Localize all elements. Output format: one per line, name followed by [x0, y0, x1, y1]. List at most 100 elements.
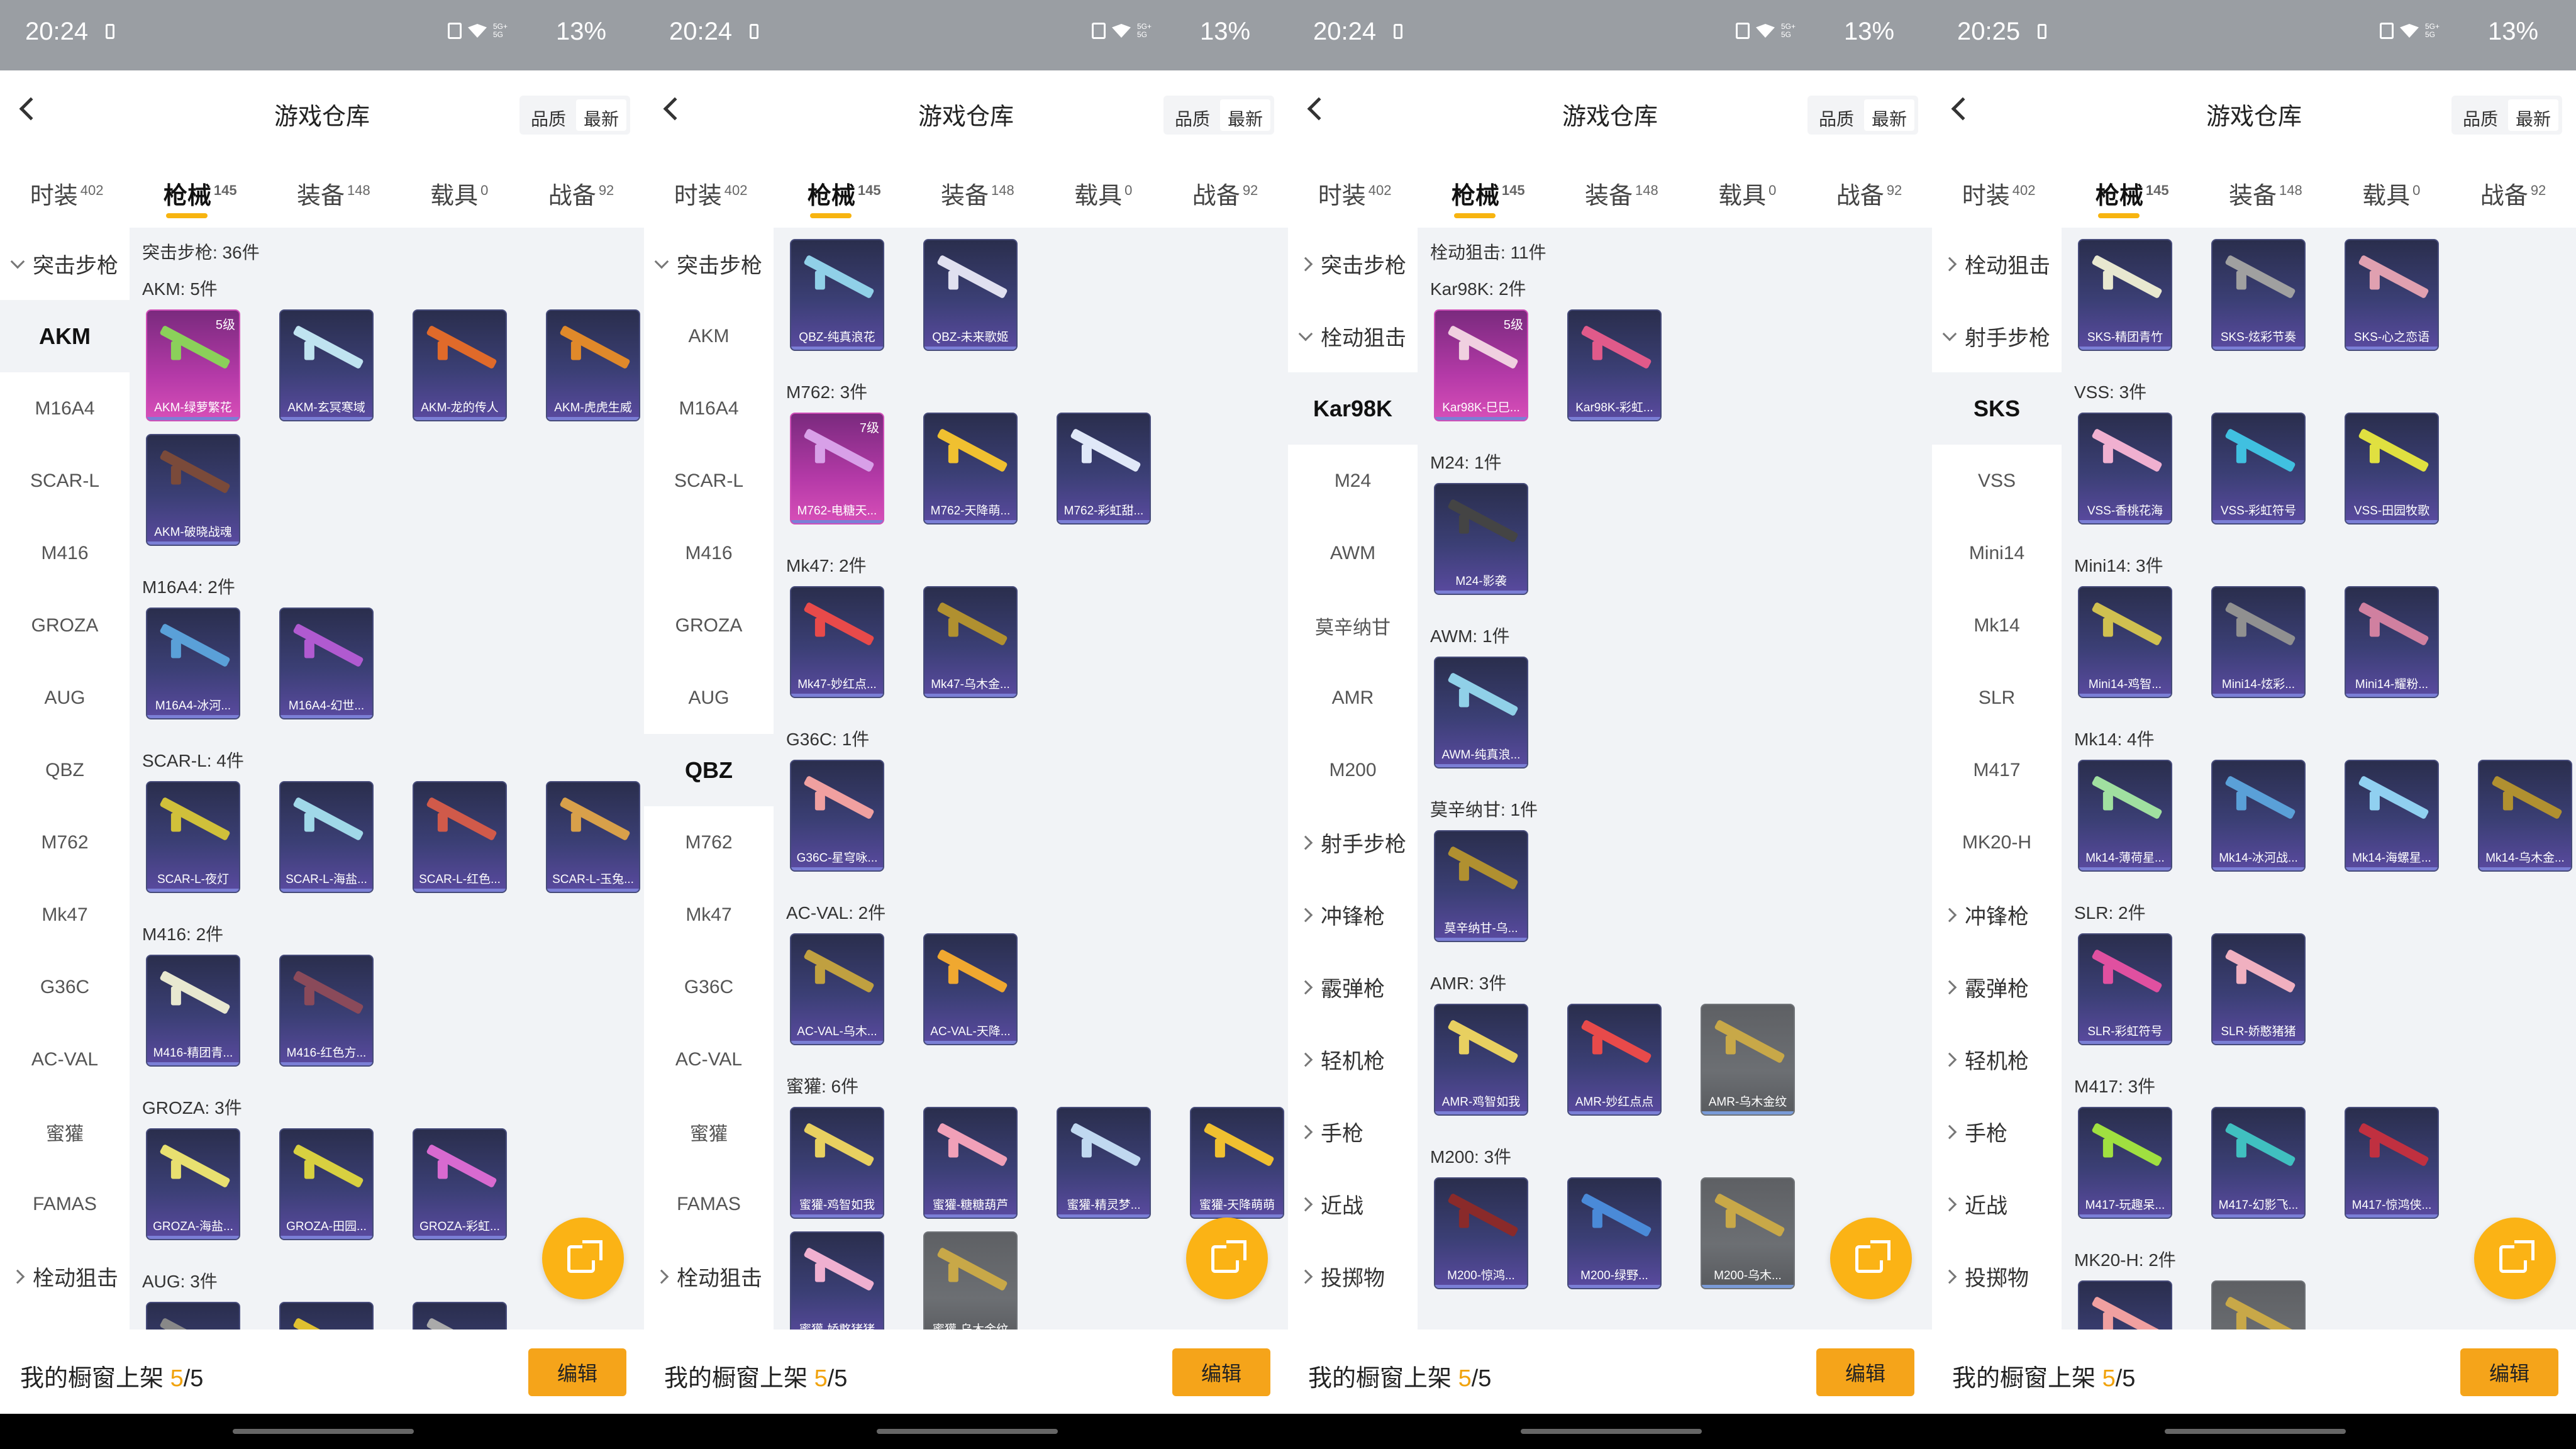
sidebar-item[interactable]: 冲锋枪	[1288, 879, 1418, 951]
sidebar-item[interactable]: 栓动狙击	[1932, 228, 2062, 300]
sidebar-item[interactable]: QBZ	[644, 734, 774, 806]
skin-card[interactable]: AKM-虎虎生威	[546, 309, 640, 421]
sidebar-item[interactable]: Mk47	[644, 879, 774, 951]
skin-card[interactable]: AMR-鸡智如我	[1434, 1004, 1528, 1116]
skin-card[interactable]: M200-绿野...	[1567, 1177, 1662, 1289]
sidebar-item[interactable]: 突击步枪	[0, 228, 130, 300]
sidebar-item[interactable]: FAMAS	[0, 1168, 130, 1240]
sort-quality-button[interactable]: 品质	[523, 99, 574, 131]
sidebar-item[interactable]: SCAR-L	[0, 445, 130, 517]
skin-card[interactable]: Mk14-冰河战...	[2211, 760, 2306, 872]
sidebar-item[interactable]: Mini14	[1932, 517, 2062, 589]
edit-button[interactable]: 编辑	[1172, 1348, 1270, 1396]
sidebar-item[interactable]: 近战	[1288, 1168, 1418, 1240]
skin-card[interactable]: 蜜獾-乌木金纹	[923, 1231, 1018, 1330]
edit-button[interactable]: 编辑	[2460, 1348, 2558, 1396]
sidebar-item[interactable]: 栓动狙击	[1288, 300, 1418, 372]
sidebar-item[interactable]: M416	[0, 517, 130, 589]
tab-1[interactable]: 枪械 145	[164, 176, 237, 218]
skin-card[interactable]: VSS-彩虹符号	[2211, 413, 2306, 525]
skin-card[interactable]: M417-惊鸿侠...	[2345, 1107, 2439, 1219]
sort-latest-button[interactable]: 最新	[2507, 99, 2558, 131]
skin-card[interactable]: SCAR-L-海盐...	[279, 781, 374, 893]
skin-card[interactable]: AWM-纯真浪...	[1434, 657, 1528, 769]
skin-card[interactable]: AKM-破晓战魂	[146, 434, 240, 546]
skin-card[interactable]: M200-乌木...	[1701, 1177, 1795, 1289]
skin-card[interactable]: VSS-田园牧歌	[2345, 413, 2439, 525]
skin-card[interactable]: Mk14-薄荷星...	[2078, 760, 2172, 872]
sidebar-item[interactable]: M417	[1932, 734, 2062, 806]
tab-0[interactable]: 时装 402	[1962, 176, 2036, 211]
sidebar-item[interactable]: AKM	[0, 300, 130, 372]
skin-card[interactable]: 5级 Kar98K-巳巳...	[1434, 309, 1528, 421]
skin-card[interactable]: SCAR-L-红色...	[413, 781, 507, 893]
sort-latest-button[interactable]: 最新	[575, 99, 626, 131]
skin-card[interactable]: Mk47-妙红点...	[790, 586, 884, 698]
sidebar-item[interactable]: GROZA	[644, 589, 774, 662]
tab-1[interactable]: 枪械 145	[2096, 176, 2169, 218]
skin-card[interactable]: Mk14-乌木金...	[2478, 760, 2572, 872]
skin-card[interactable]: AKM-玄冥寒域	[279, 309, 374, 421]
tab-3[interactable]: 载具 0	[430, 176, 488, 211]
sidebar-item[interactable]: AUG	[644, 662, 774, 734]
home-indicator[interactable]	[877, 1429, 1058, 1434]
edit-button[interactable]: 编辑	[528, 1348, 626, 1396]
sort-quality-button[interactable]: 品质	[1811, 99, 1862, 131]
skin-card[interactable]: SKS-精团青竹	[2078, 239, 2172, 351]
tab-2[interactable]: 装备 148	[941, 176, 1014, 211]
sidebar-item[interactable]: 栓动狙击	[644, 1240, 774, 1313]
sidebar-item[interactable]: G36C	[644, 951, 774, 1023]
skin-card[interactable]: AC-VAL-天降...	[923, 933, 1018, 1045]
sidebar-item[interactable]: 突击步枪	[1288, 228, 1418, 300]
sidebar-item[interactable]: SKS	[1932, 372, 2062, 445]
sidebar-item[interactable]: M200	[1288, 734, 1418, 806]
tab-2[interactable]: 装备 148	[297, 176, 370, 211]
skin-card[interactable]: 蜜獾-精灵梦...	[1057, 1107, 1151, 1219]
tab-3[interactable]: 载具 0	[1718, 176, 1776, 211]
skin-card[interactable]: Mini14-耀粉...	[2345, 586, 2439, 698]
sidebar-item[interactable]: M762	[644, 806, 774, 879]
skin-card[interactable]: SLR-彩虹符号	[2078, 933, 2172, 1045]
sidebar-item[interactable]: M16A4	[0, 372, 130, 445]
skin-card[interactable]: Mini14-鸡智...	[2078, 586, 2172, 698]
skin-card[interactable]: MK20-H-乌...	[2211, 1280, 2306, 1330]
skin-card[interactable]: M762-彩虹甜...	[1057, 413, 1151, 525]
sidebar-item[interactable]: AC-VAL	[0, 1023, 130, 1096]
sidebar-item[interactable]: M416	[644, 517, 774, 589]
sidebar-item[interactable]: G36C	[0, 951, 130, 1023]
sidebar-item[interactable]: AUG	[0, 662, 130, 734]
sidebar-item[interactable]: 冲锋枪	[1932, 879, 2062, 951]
skin-card[interactable]: SCAR-L-夜灯	[146, 781, 240, 893]
skin-card[interactable]: AMR-妙红点点	[1567, 1004, 1662, 1116]
tab-0[interactable]: 时装 402	[1318, 176, 1392, 211]
skin-card[interactable]: SCAR-L-玉兔...	[546, 781, 640, 893]
skin-card[interactable]: 7级 M762-电糖天...	[790, 413, 884, 525]
sidebar-item[interactable]: AC-VAL	[644, 1023, 774, 1096]
skin-card[interactable]: AUG-2	[279, 1302, 374, 1330]
skin-card[interactable]: SKS-炫彩节奏	[2211, 239, 2306, 351]
skin-card[interactable]: M16A4-幻世...	[279, 608, 374, 719]
tab-2[interactable]: 装备 148	[1585, 176, 1658, 211]
sidebar-item[interactable]: 射手步枪	[1288, 806, 1418, 879]
sidebar-item[interactable]: 近战	[1932, 1168, 2062, 1240]
sidebar-item[interactable]: M762	[0, 806, 130, 879]
skin-card[interactable]: Kar98K-彩虹...	[1567, 309, 1662, 421]
home-indicator[interactable]	[233, 1429, 414, 1434]
sidebar-item[interactable]: 栓动狙击	[0, 1240, 130, 1313]
share-button[interactable]	[542, 1218, 624, 1299]
sidebar-item[interactable]: 霰弹枪	[1288, 951, 1418, 1023]
skin-card[interactable]: SKS-心之恋语	[2345, 239, 2439, 351]
tab-4[interactable]: 战备 92	[548, 176, 614, 211]
sidebar-item[interactable]: GROZA	[0, 589, 130, 662]
skin-card[interactable]: G36C-星穹咏...	[790, 760, 884, 872]
skin-card[interactable]: AUG-3	[413, 1302, 507, 1330]
sidebar-item[interactable]: 莫辛纳甘	[1288, 589, 1418, 662]
tab-1[interactable]: 枪械 145	[808, 176, 881, 218]
share-button[interactable]	[1186, 1218, 1268, 1299]
sidebar-item[interactable]: 轻机枪	[1288, 1023, 1418, 1096]
skin-card[interactable]: Mk14-海螺星...	[2345, 760, 2439, 872]
share-button[interactable]	[1830, 1218, 1912, 1299]
skin-card[interactable]: Mini14-炫彩...	[2211, 586, 2306, 698]
skin-card[interactable]: M416-精团青...	[146, 955, 240, 1067]
tab-0[interactable]: 时装 402	[30, 176, 104, 211]
